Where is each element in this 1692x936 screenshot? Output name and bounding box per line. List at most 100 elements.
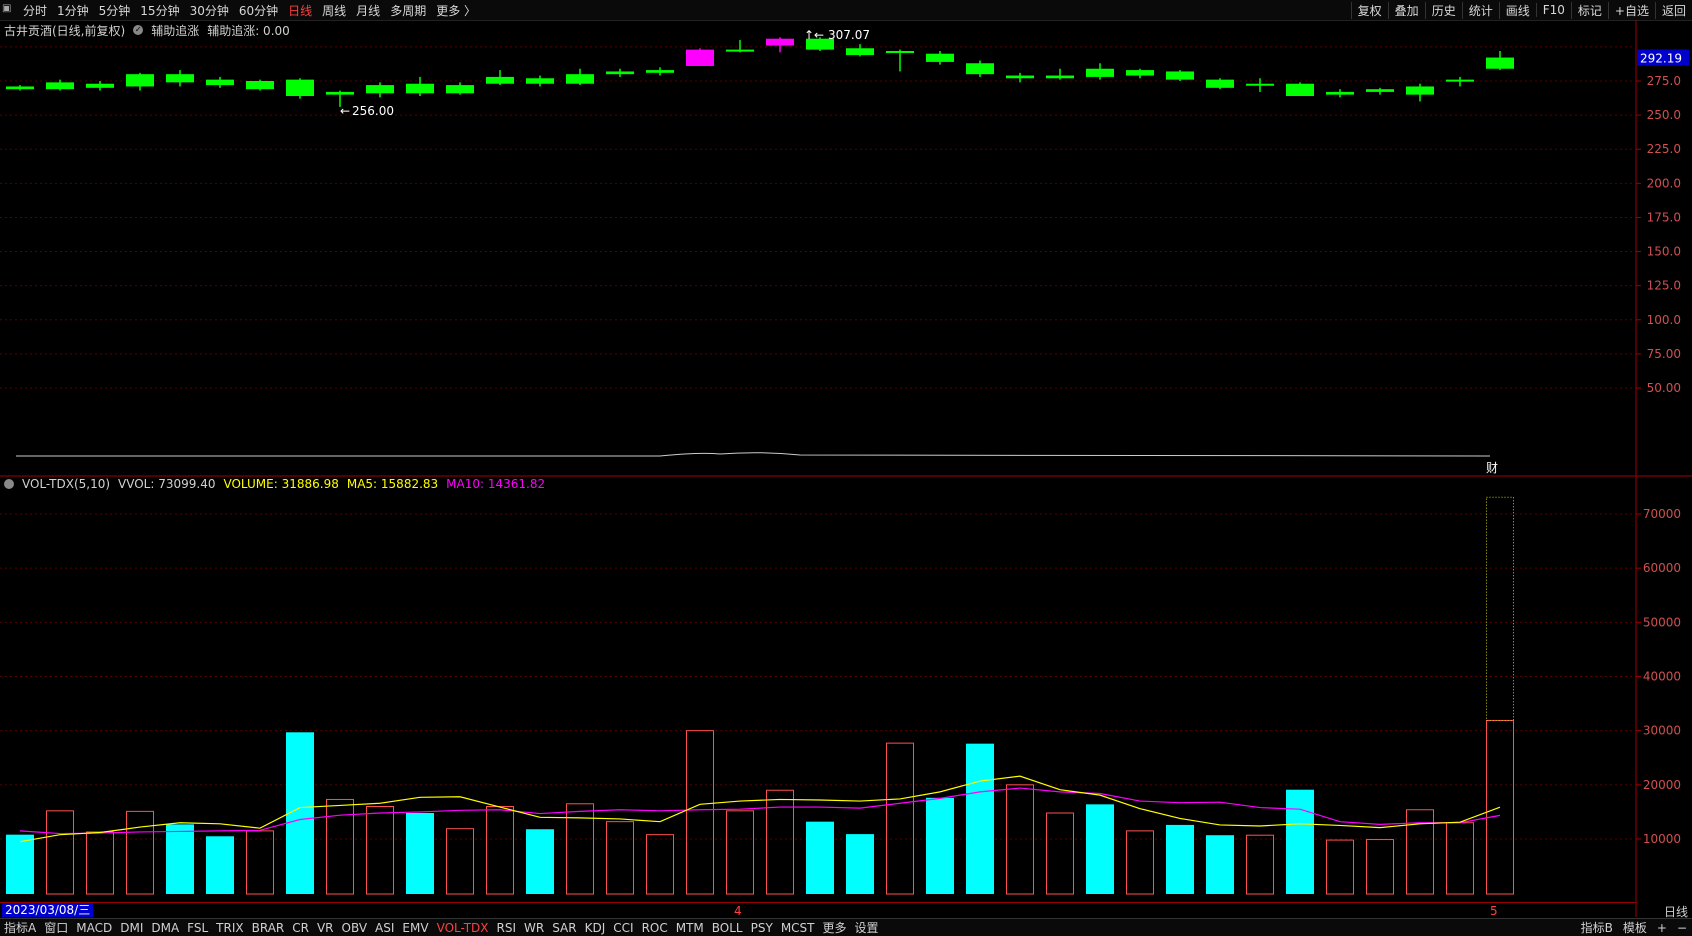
volume-bar	[486, 806, 514, 895]
volume-bar	[206, 836, 234, 894]
candle-body	[46, 82, 74, 90]
candle-body	[246, 81, 274, 90]
vvol-bar	[1486, 496, 1514, 721]
candle-body	[1286, 83, 1314, 97]
indicator-tab-13[interactable]: VOL-TDX	[433, 921, 493, 935]
indicator-tab-16[interactable]: SAR	[548, 921, 580, 935]
indicator-tab-25[interactable]: 设置	[851, 919, 883, 936]
indicator-tab-7[interactable]: BRAR	[248, 921, 289, 935]
price-axis-label: 200.0	[1647, 176, 1681, 190]
indicator-tab-18[interactable]: CCI	[609, 921, 637, 935]
candle-body	[1366, 89, 1394, 92]
candle-body	[206, 79, 234, 86]
volume-bar	[766, 789, 794, 895]
indicator-tab-17[interactable]: KDJ	[581, 921, 610, 935]
volume-bar	[726, 810, 754, 895]
indicator-tabs: 指标A 窗口 MACD DMI DMA FSL TRIX BRAR CR VR OBV ASI EMV V…	[0, 919, 883, 936]
indicator-tab-2[interactable]: MACD	[72, 921, 116, 935]
low-price-label: 256.00	[352, 104, 394, 118]
finance-marker: 财	[1486, 461, 1498, 475]
candle-body	[1326, 91, 1354, 95]
indicator-tab-23[interactable]: MCST	[777, 921, 819, 935]
indicator-tab-11[interactable]: ASI	[371, 921, 398, 935]
date-bar: 2023/03/08/三	[0, 902, 1636, 918]
candle-body	[1086, 68, 1114, 77]
high-price-label: 307.07	[828, 28, 870, 42]
volume-bar	[1046, 812, 1074, 895]
indicator-tab-5[interactable]: FSL	[183, 921, 212, 935]
bottom-right-menu: 指标B 模板 + −	[1576, 919, 1692, 936]
volume-bar	[326, 798, 354, 895]
volume-axis-label: 70000	[1643, 507, 1681, 521]
price-axis-label: 225.0	[1647, 142, 1681, 156]
candle-body	[286, 79, 314, 97]
volume-axis-label: 10000	[1643, 832, 1681, 846]
candle-body	[446, 85, 474, 94]
volume-bar	[1246, 834, 1274, 895]
indicator-tab-14[interactable]: RSI	[493, 921, 521, 935]
candle-body	[126, 74, 154, 87]
bottom-button-1[interactable]: 模板	[1618, 919, 1652, 936]
volume-bar	[606, 821, 634, 895]
indicator-tab-21[interactable]: BOLL	[708, 921, 747, 935]
candle-body	[606, 71, 634, 75]
price-axis-label: 100.0	[1647, 313, 1681, 327]
indicator-tab-20[interactable]: MTM	[672, 921, 708, 935]
chart-canvas[interactable]: 275.0 250.0 225.0 200.0 175.0 150.0 125.0 100.0…	[0, 0, 1692, 935]
volume-bar	[886, 742, 914, 895]
indicator-tab-4[interactable]: DMA	[147, 921, 183, 935]
volume-bar	[686, 730, 714, 895]
volume-axis-label: 30000	[1643, 724, 1681, 738]
indicator-tab-15[interactable]: WR	[520, 921, 548, 935]
volume-bar	[46, 810, 74, 895]
volume-bar	[1166, 824, 1194, 894]
indicator-tab-3[interactable]: DMI	[116, 921, 147, 935]
indicator-tab-9[interactable]: VR	[313, 921, 338, 935]
volume-bar	[1366, 839, 1394, 895]
candle-body	[366, 85, 394, 94]
ma5-line	[19, 775, 1501, 843]
candle-body	[1126, 70, 1154, 76]
indicator-tab-19[interactable]: ROC	[638, 921, 672, 935]
volume-bar	[806, 821, 834, 894]
candle-body	[966, 63, 994, 75]
volume-bar	[526, 829, 554, 894]
indicator-tab-12[interactable]: EMV	[398, 921, 432, 935]
volume-bar	[966, 743, 994, 894]
bottom-button-3[interactable]: −	[1672, 921, 1692, 935]
indicator-tab-8[interactable]: CR	[288, 921, 313, 935]
volume-bar	[926, 797, 954, 894]
indicator-tab-10[interactable]: OBV	[338, 921, 372, 935]
candle-body	[166, 74, 194, 83]
volume-axis-label: 50000	[1643, 615, 1681, 629]
volume-bar	[1326, 839, 1354, 895]
volume-bar	[1286, 789, 1314, 894]
price-axis-label: 150.0	[1647, 245, 1681, 259]
candle-body	[1006, 75, 1034, 79]
candle-body	[1046, 75, 1074, 79]
price-axis-label: 175.0	[1647, 210, 1681, 224]
volume-bar	[1446, 822, 1474, 895]
indicator-tab-24[interactable]: 更多	[819, 919, 851, 936]
volume-bar	[846, 834, 874, 894]
volume-bar	[6, 834, 34, 894]
bottom-button-2[interactable]: +	[1652, 921, 1672, 935]
volume-bar	[246, 830, 274, 895]
indicator-tab-1[interactable]: 窗口	[40, 919, 72, 936]
price-axis-label: 50.00	[1647, 381, 1681, 395]
candle-body	[406, 83, 434, 94]
candle-body	[926, 53, 954, 62]
volume-bar	[1086, 804, 1114, 894]
volume-bar	[1206, 835, 1234, 894]
volume-bar	[406, 813, 434, 894]
volume-axis-label: 60000	[1643, 561, 1681, 575]
candle-body	[326, 91, 354, 95]
candle-body	[486, 76, 514, 84]
bottom-button-0[interactable]: 指标B	[1576, 919, 1618, 936]
price-axis-label: 275.0	[1647, 74, 1681, 88]
candle-body	[1246, 83, 1274, 86]
indicator-tab-0[interactable]: 指标A	[0, 919, 40, 936]
candle-body	[726, 49, 754, 52]
indicator-tab-22[interactable]: PSY	[747, 921, 777, 935]
indicator-tab-6[interactable]: TRIX	[212, 921, 247, 935]
